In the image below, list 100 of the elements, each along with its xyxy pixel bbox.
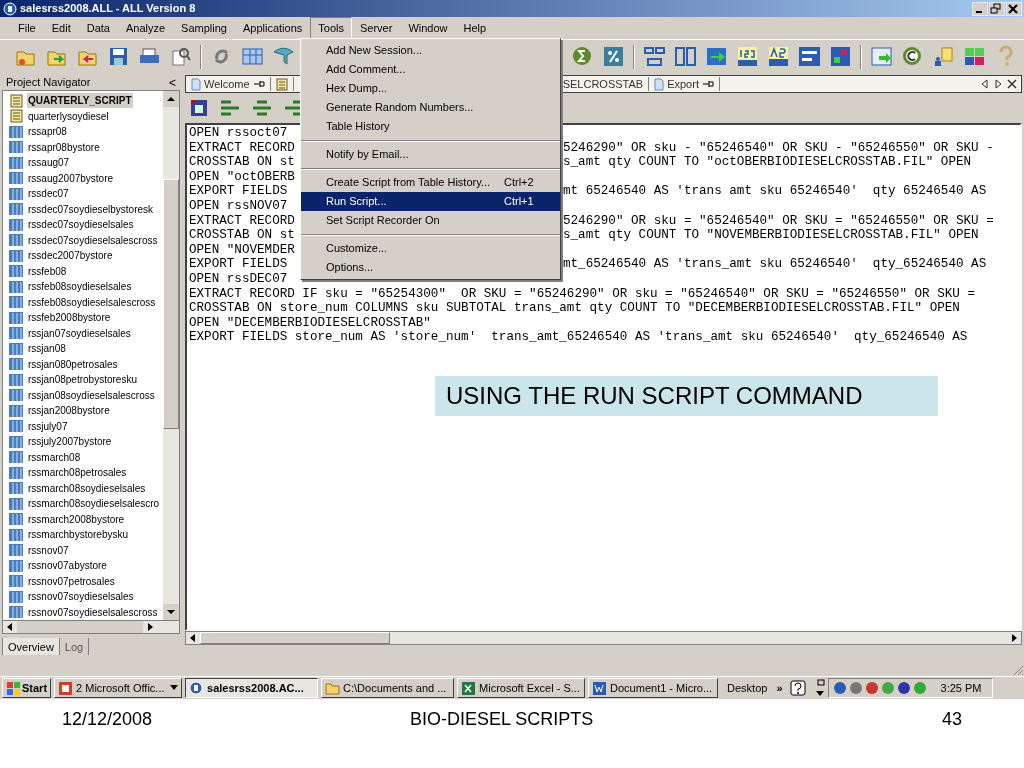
menu-item[interactable]: Customize... [301, 239, 560, 258]
navigator-item[interactable]: rssjan2008bystore [27, 403, 111, 419]
navigator-item[interactable]: rssjan08petrobystoresku [27, 372, 138, 388]
vertical-scrollbar[interactable] [163, 91, 179, 620]
editor-tab[interactable]: Export [649, 77, 720, 91]
navigator-item[interactable]: rssaug2007bystore [27, 170, 115, 186]
funnel-icon[interactable] [272, 45, 295, 68]
minimize-button[interactable] [972, 1, 988, 16]
scrollbar-thumb[interactable] [200, 632, 390, 644]
help-icon[interactable] [789, 680, 806, 696]
start-button[interactable]: Start [2, 678, 52, 698]
navigator-item[interactable]: rssdec07soydieselsalescross [27, 232, 159, 248]
navigator-item[interactable]: rssaug07 [27, 155, 71, 171]
menu-item[interactable]: Set Script Recorder On [301, 211, 560, 230]
letters-icon[interactable] [767, 45, 790, 68]
navigator-item[interactable]: rssjan08soydieselsalescross [27, 387, 156, 403]
navigator-item[interactable]: rssfeb08 [27, 263, 68, 279]
menu-item[interactable]: Notify by Email... [301, 145, 560, 164]
navigator-item[interactable]: rssmarch08petrosales [27, 465, 128, 481]
collapse-button[interactable]: < [169, 73, 176, 92]
navigator-item[interactable]: rssmarch08soydieselsalescro [27, 496, 161, 512]
navigator-item[interactable]: quarterlysoydiesel [27, 108, 110, 124]
taskbar-button[interactable]: C:\Documents and ... [321, 678, 455, 698]
scrollbar-thumb[interactable] [163, 179, 179, 429]
menu-item[interactable]: Table History [301, 117, 560, 136]
next-tab-icon[interactable] [994, 79, 1002, 89]
navigator-item[interactable]: rssfeb2008bystore [27, 310, 112, 326]
align-left-icon[interactable] [220, 99, 240, 117]
navigator-item[interactable]: rssfeb08soydieselsales [27, 279, 133, 295]
toolbar-chevron[interactable]: » [776, 679, 783, 697]
navigator-item[interactable]: rssjan08 [27, 341, 67, 357]
script-save-icon[interactable] [190, 99, 208, 117]
magnifier-icon[interactable] [169, 45, 192, 68]
numbers-icon[interactable] [736, 45, 759, 68]
menu-item[interactable]: Add Comment... [301, 60, 560, 79]
editor-tab[interactable]: Welcome [186, 77, 271, 91]
taskbar-button[interactable]: Document1 - Micro... [588, 678, 719, 698]
person-note-icon[interactable] [932, 45, 955, 68]
menu-item[interactable]: Run Script... Ctrl+1 [301, 192, 560, 211]
navigator-item[interactable]: rssjan07soydieselsales [27, 325, 132, 341]
navigator-item[interactable]: rssmarchbystorebysku [27, 527, 130, 543]
navigator-item[interactable]: rssdec07soydieselbystoresk [27, 201, 155, 217]
desktop-toolbar-label[interactable]: Desktop [727, 679, 768, 697]
navigator-item[interactable]: rssmarch08 [27, 449, 82, 465]
panel-tab[interactable]: Overview [2, 638, 60, 658]
previous-tab-icon[interactable] [981, 79, 989, 89]
menu-item[interactable]: Data [78, 16, 118, 40]
navigator-item[interactable]: rssjuly2007bystore [27, 434, 113, 450]
navigator-item[interactable]: rssnov07 [27, 542, 70, 558]
navigator-item[interactable]: rssnov07soydieselsales [27, 589, 135, 605]
menu-item[interactable]: Window [400, 16, 456, 40]
tiles-icon[interactable] [963, 45, 986, 68]
resize-grip-icon[interactable] [1012, 664, 1024, 676]
navigator-item[interactable]: rssdec07soydieselsales [27, 217, 135, 233]
menu-item[interactable]: Help [455, 16, 495, 40]
table-icon [8, 248, 24, 263]
menu-item[interactable]: Generate Random Numbers... [301, 98, 560, 117]
navigator-item[interactable]: rssdec2007bystore [27, 248, 114, 264]
navigator-item[interactable]: rssapr08bystore [27, 139, 101, 155]
navigator-item[interactable]: rssnov07abystore [27, 558, 108, 574]
horizontal-scrollbar[interactable] [2, 621, 180, 634]
navigator-item[interactable]: rssdec07 [27, 186, 70, 202]
navigator-item[interactable]: rssapr08 [27, 124, 68, 140]
navigator-item[interactable]: rssjan080petrosales [27, 356, 119, 372]
menu-item[interactable]: Applications [234, 16, 311, 40]
navigator-item[interactable]: rssmarch08soydieselsales [27, 480, 147, 496]
columns-icon[interactable] [674, 45, 697, 68]
close-icon[interactable] [1007, 79, 1017, 89]
windows-logo-icon [6, 681, 20, 695]
navigator-item[interactable]: rssjuly07 [27, 418, 69, 434]
table-export-icon[interactable] [870, 45, 893, 68]
menu-item[interactable]: Analyze [117, 16, 174, 40]
menu-item[interactable]: File [10, 16, 44, 40]
c-circle-icon[interactable] [901, 45, 924, 68]
hierarchy-icon[interactable] [643, 45, 666, 68]
menu-item[interactable]: Edit [43, 16, 79, 40]
taskbar-button[interactable]: Microsoft Excel - S... [457, 678, 586, 698]
restore-button[interactable] [989, 1, 1005, 16]
navigator-item[interactable]: rssnov07soydieselsalescross [27, 604, 159, 620]
navigator-item[interactable]: rssnov07petrosales [27, 573, 116, 589]
menu-item[interactable]: Sampling [173, 16, 235, 40]
table-icon[interactable] [241, 45, 264, 68]
taskbar-button[interactable]: 2 Microsoft Offic... [54, 678, 183, 698]
save-icon[interactable] [107, 45, 130, 68]
percent-icon[interactable] [602, 45, 625, 68]
merge-icon[interactable] [705, 45, 728, 68]
menu-item[interactable]: Hex Dump... [301, 79, 560, 98]
menu-item[interactable]: Options... [301, 258, 560, 277]
close-button[interactable] [1006, 1, 1022, 16]
menu-item[interactable]: Add New Session... [301, 41, 560, 60]
sigma-icon[interactable] [571, 45, 594, 68]
align-center-icon[interactable] [252, 99, 272, 117]
horizontal-scrollbar[interactable] [185, 631, 1022, 645]
navigator-item[interactable]: rssfeb08soydieselsalescross [27, 294, 157, 310]
xy-icon[interactable] [829, 45, 852, 68]
taskbar-button[interactable]: salesrss2008.AC... [185, 678, 319, 698]
navigator-item[interactable]: QUARTERLY_SCRIPT [27, 93, 133, 109]
menu-item[interactable]: Server [351, 16, 401, 40]
navigator-item[interactable]: rssmarch2008bystore [27, 511, 126, 527]
menu-item[interactable]: Create Script from Table History... Ctrl+2 [301, 173, 560, 192]
